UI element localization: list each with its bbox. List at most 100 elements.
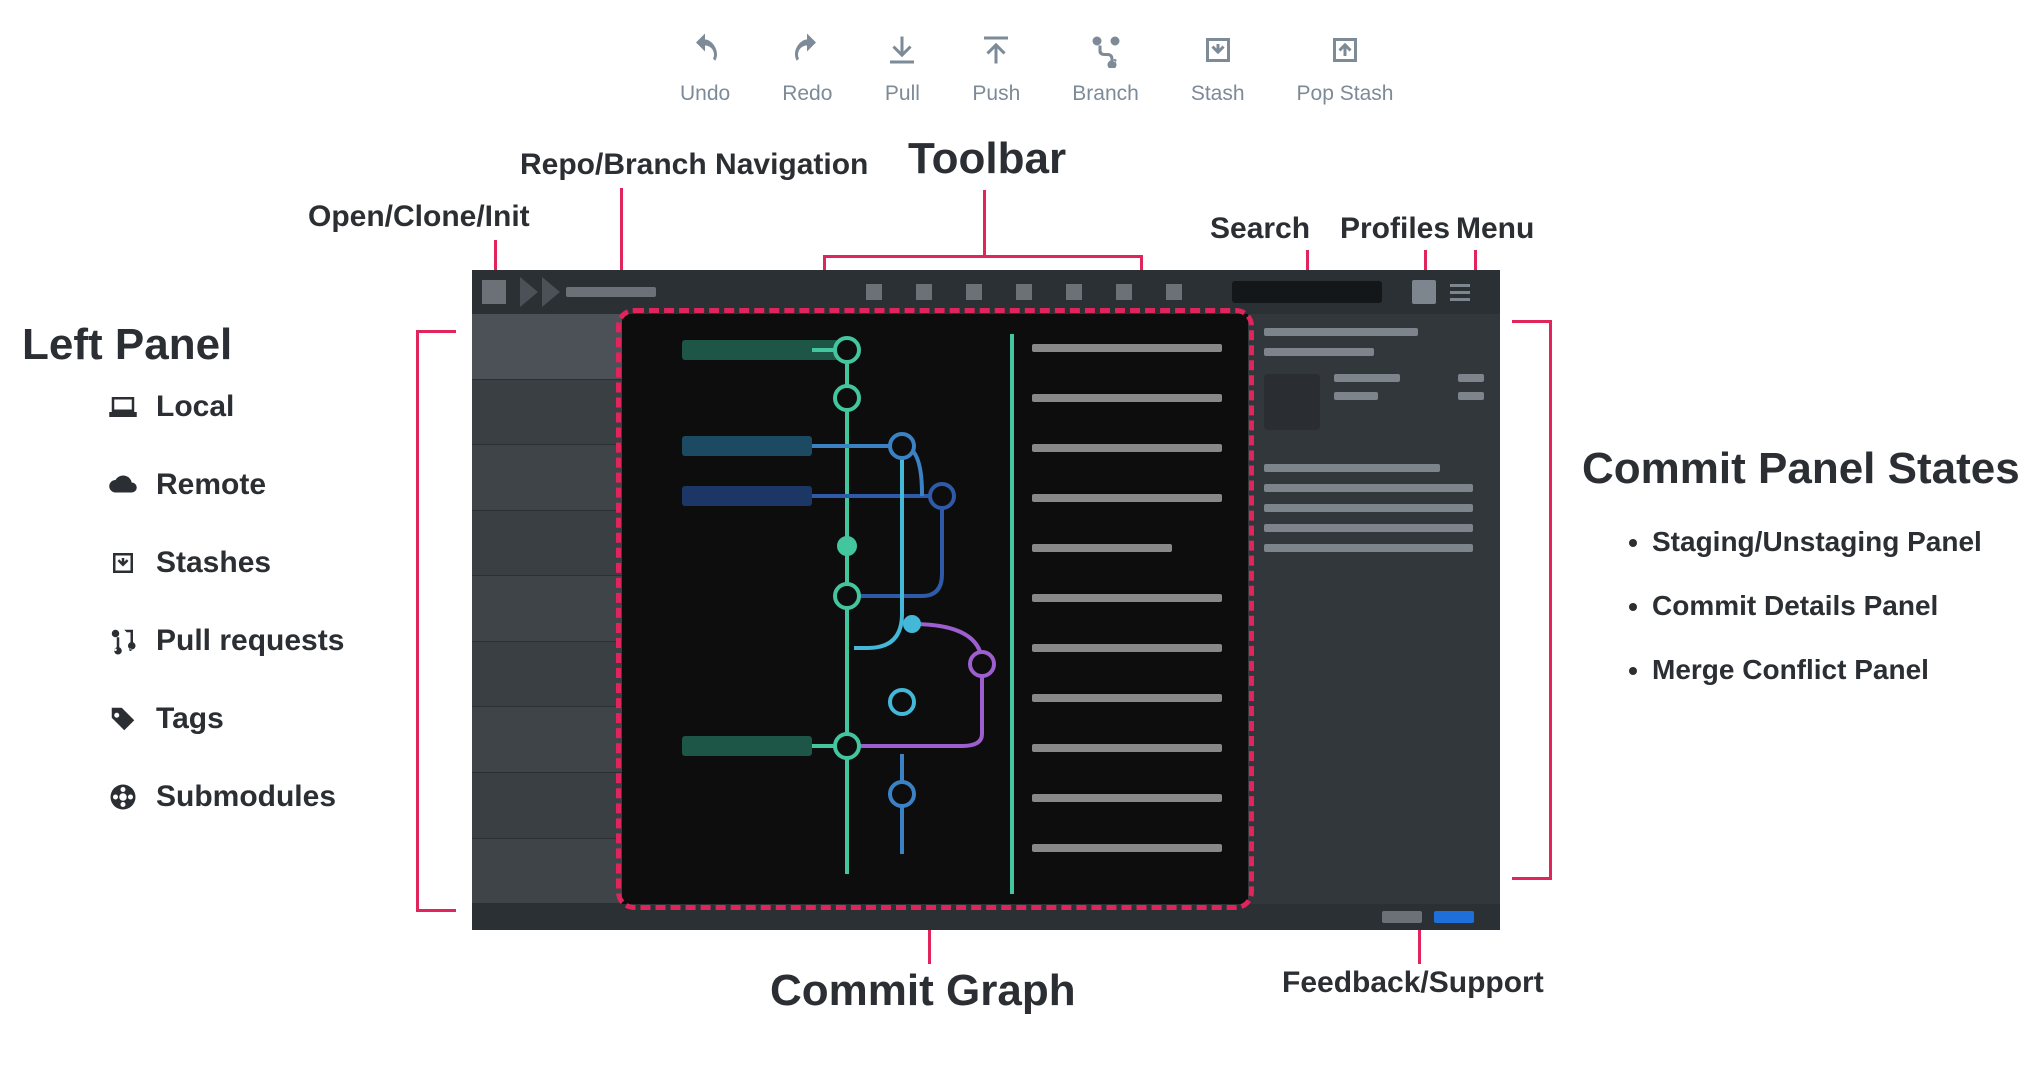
mini-toolbar-btn[interactable] [1016, 284, 1032, 300]
anno-left-panel: Left Panel [22, 320, 232, 370]
mini-toolbar-btn[interactable] [966, 284, 982, 300]
left-panel-row[interactable] [472, 773, 622, 839]
hamburger-menu-icon[interactable] [1450, 284, 1470, 301]
pr-icon [108, 626, 138, 656]
left-panel-row[interactable] [472, 380, 622, 446]
commit-panel-line [1264, 328, 1418, 336]
left-panel-row[interactable] [472, 445, 622, 511]
anno-toolbar: Toolbar [908, 134, 1066, 184]
stash-icon [1200, 32, 1236, 68]
commit-panel-line [1334, 392, 1378, 400]
toolbar-push[interactable]: Push [972, 32, 1020, 106]
commit-panel-line [1334, 374, 1400, 382]
legend-tags: Tags [108, 702, 344, 736]
legend-local: Local [108, 390, 344, 424]
legend-label: Remote [156, 468, 266, 502]
legend-stashes: Stashes [108, 546, 344, 580]
toolbar-label: Pull [885, 82, 920, 106]
open-clone-init-button[interactable] [482, 280, 506, 304]
toolbar-label: Pop Stash [1297, 82, 1394, 106]
legend-remote: Remote [108, 468, 344, 502]
toolbar-popstash[interactable]: Pop Stash [1297, 32, 1394, 106]
search-input[interactable] [1232, 281, 1382, 303]
bullet-item: Merge Conflict Panel [1652, 654, 1982, 686]
bullet-item: Staging/Unstaging Panel [1652, 526, 1982, 558]
cloud-icon [108, 470, 138, 500]
bracket-commit-panel [1512, 320, 1552, 880]
left-panel-row[interactable] [472, 314, 622, 380]
toolbar-branch[interactable]: Branch [1072, 32, 1139, 106]
legend-label: Stashes [156, 546, 271, 580]
commit-panel-line [1458, 392, 1484, 400]
feedback-support-button[interactable] [1434, 911, 1474, 923]
left-panel [472, 314, 622, 904]
laptop-icon [108, 392, 138, 422]
lead-toolbar [983, 190, 986, 255]
stash-box-icon [108, 548, 138, 578]
lead-feedback [1418, 926, 1421, 964]
commit-graph-svg [622, 314, 1248, 904]
anno-menu: Menu [1456, 212, 1534, 246]
commit-panel-line [1458, 374, 1484, 382]
app-footer [472, 904, 1500, 930]
redo-icon [789, 32, 825, 68]
commit-panel-line [1264, 524, 1473, 532]
mini-toolbar-btn[interactable] [1166, 284, 1182, 300]
app-window [472, 270, 1500, 930]
anno-commit-states: Commit Panel States [1582, 444, 2020, 494]
left-panel-legend: Local Remote Stashes Pull requests Tags … [108, 390, 344, 814]
toolbar-label: Branch [1072, 82, 1139, 106]
commit-panel-bullets: Staging/Unstaging Panel Commit Details P… [1626, 526, 1982, 686]
anno-commit-graph: Commit Graph [770, 966, 1076, 1016]
tag-icon [108, 704, 138, 734]
legend-label: Pull requests [156, 624, 344, 658]
commit-author-avatar [1264, 374, 1320, 430]
left-panel-row[interactable] [472, 707, 622, 773]
commit-graph-area[interactable] [622, 314, 1248, 904]
breadcrumb-chevron-icon [520, 277, 680, 307]
toolbar-mini-icons [860, 284, 1188, 300]
legend-label: Submodules [156, 780, 336, 814]
legend-submodules: Submodules [108, 780, 344, 814]
submodule-icon [108, 782, 138, 812]
mini-toolbar-btn[interactable] [916, 284, 932, 300]
anno-repo-nav: Repo/Branch Navigation [520, 148, 868, 182]
footer-status-pill [1382, 911, 1422, 923]
commit-panel-line [1264, 464, 1440, 472]
left-panel-row[interactable] [472, 642, 622, 708]
bracket-left-panel [416, 330, 456, 912]
mini-toolbar-btn[interactable] [1066, 284, 1082, 300]
legend-label: Local [156, 390, 234, 424]
anno-feedback: Feedback/Support [1282, 966, 1544, 1000]
bracket-toolbar [823, 255, 1143, 271]
push-icon [978, 32, 1014, 68]
toolbar-redo[interactable]: Redo [782, 32, 832, 106]
left-panel-row[interactable] [472, 576, 622, 642]
toolbar-label: Redo [782, 82, 832, 106]
mini-toolbar-btn[interactable] [1116, 284, 1132, 300]
toolbar-undo[interactable]: Undo [680, 32, 730, 106]
toolbar-pull[interactable]: Pull [884, 32, 920, 106]
undo-icon [687, 32, 723, 68]
left-panel-row[interactable] [472, 511, 622, 577]
toolbar-icon-row: Undo Redo Pull Push Branch Stash Pop Sta… [680, 32, 1393, 106]
toolbar-label: Push [972, 82, 1020, 106]
toolbar-stash[interactable]: Stash [1191, 32, 1245, 106]
legend-pull-requests: Pull requests [108, 624, 344, 658]
commit-panel [1248, 314, 1500, 904]
toolbar-label: Undo [680, 82, 730, 106]
anno-profiles: Profiles [1340, 212, 1450, 246]
commit-panel-line [1264, 504, 1473, 512]
legend-label: Tags [156, 702, 224, 736]
left-panel-row[interactable] [472, 839, 622, 905]
pull-icon [884, 32, 920, 68]
toolbar-label: Stash [1191, 82, 1245, 106]
commit-panel-line [1264, 544, 1473, 552]
popstash-icon [1327, 32, 1363, 68]
app-topbar [472, 270, 1500, 314]
anno-open-clone: Open/Clone/Init [308, 200, 530, 234]
mini-toolbar-btn[interactable] [866, 284, 882, 300]
profile-button[interactable] [1412, 280, 1436, 304]
commit-panel-line [1264, 484, 1473, 492]
commit-panel-line [1264, 348, 1374, 356]
